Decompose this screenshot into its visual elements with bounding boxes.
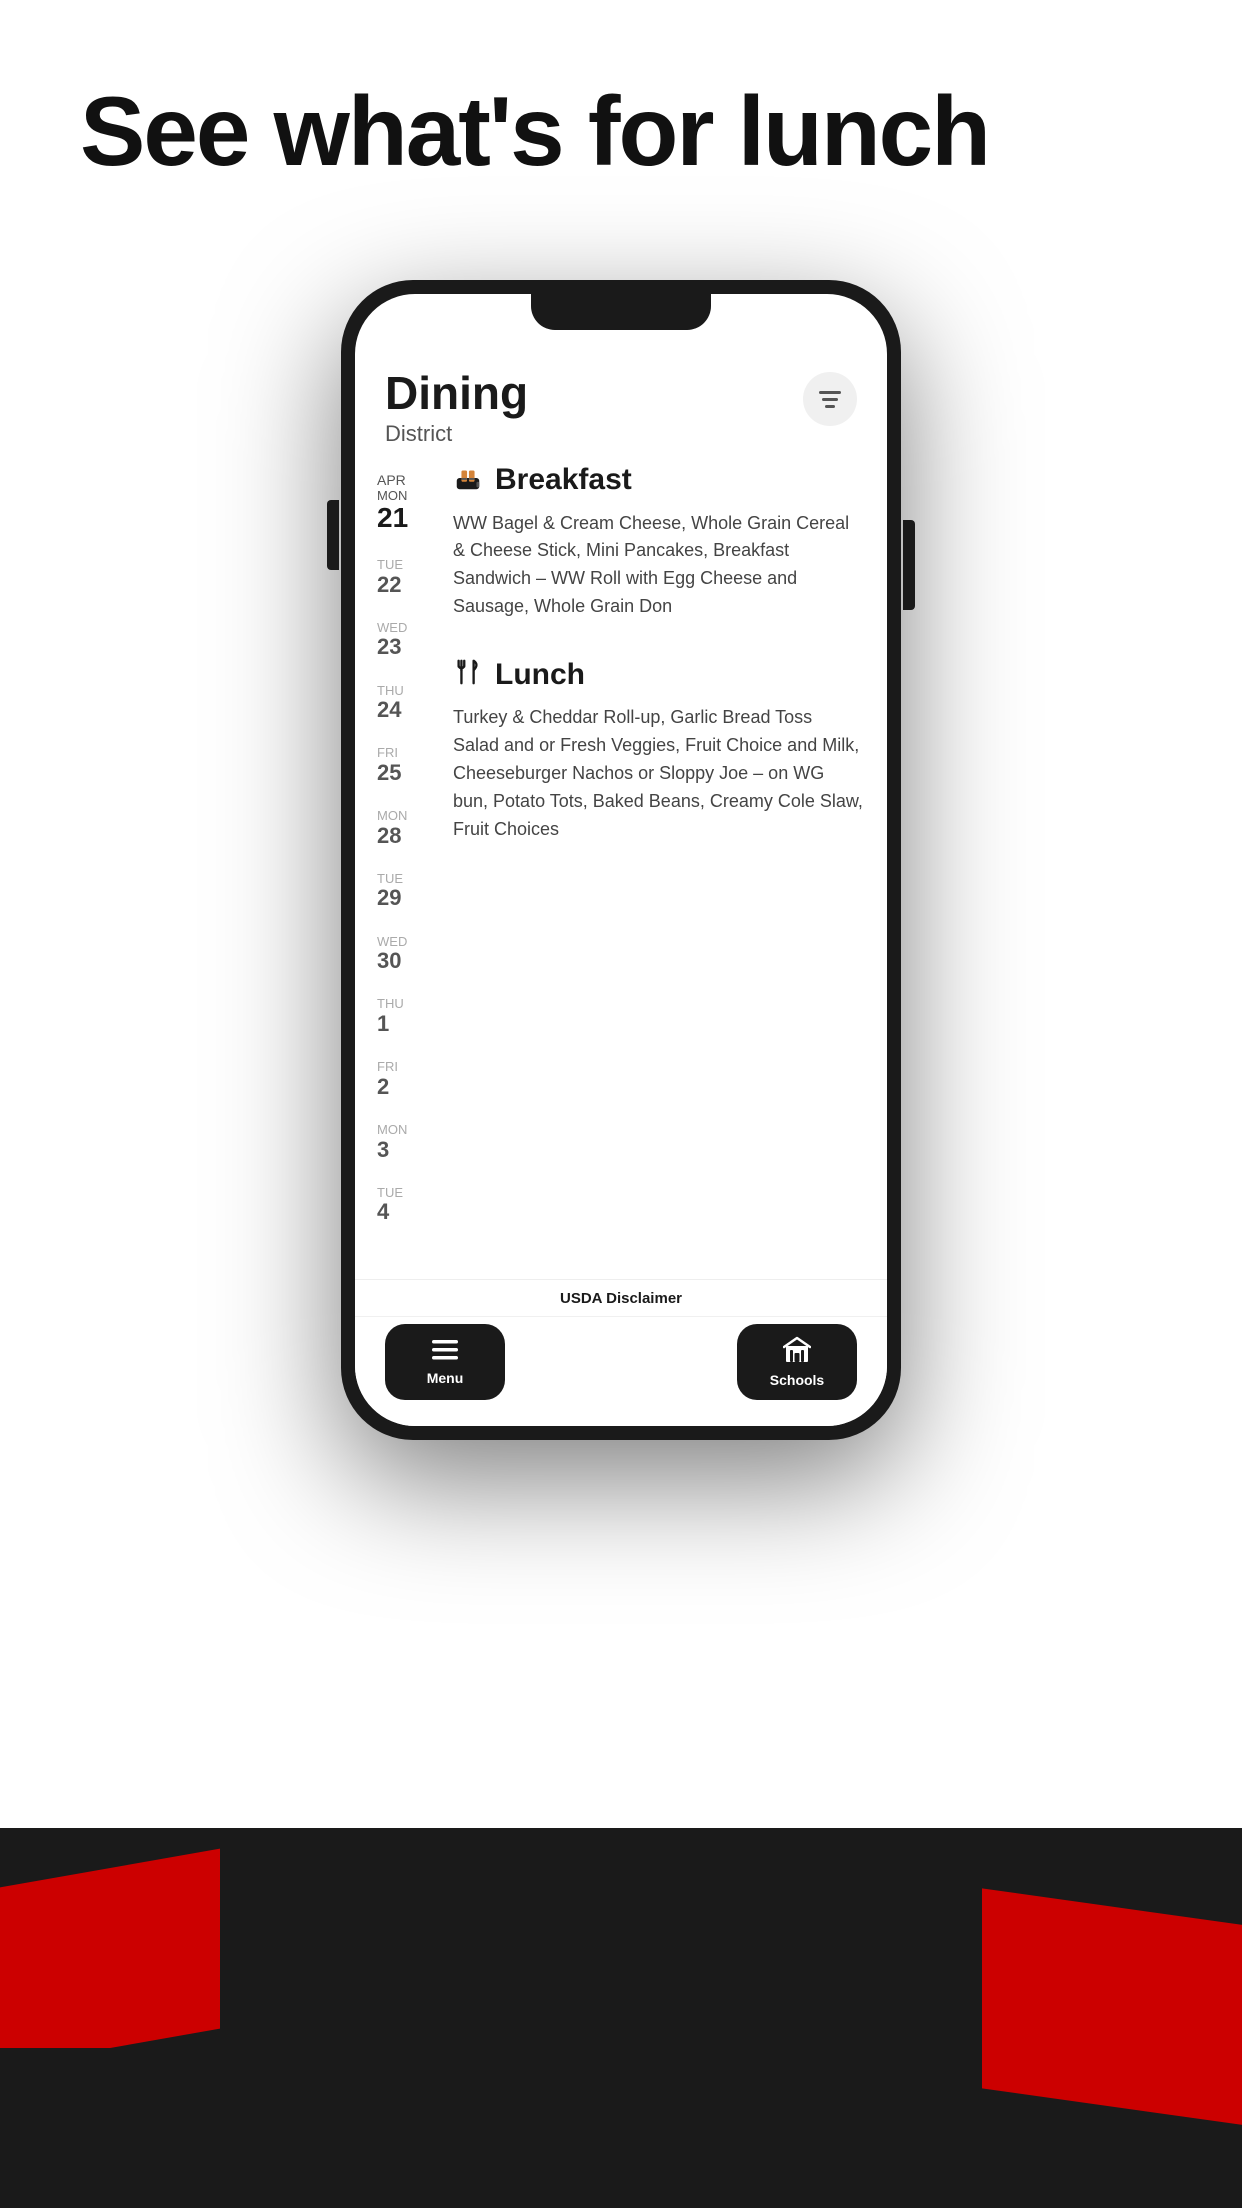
date-day-name: TUE <box>377 1185 403 1201</box>
date-item[interactable]: TUE 29 <box>369 860 443 921</box>
date-day-name: MON <box>377 1122 407 1138</box>
date-item[interactable]: TUE 4 <box>369 1174 443 1235</box>
date-day-name: WED <box>377 620 407 636</box>
lunch-header: Lunch <box>453 657 863 692</box>
breakfast-section: Breakfast WW Bagel & Cream Cheese, Whole… <box>453 463 863 622</box>
date-num: 21 <box>377 503 408 534</box>
district-subtitle: District <box>385 421 528 447</box>
app-content: Dining District <box>355 294 887 1426</box>
lunch-section: Lunch Turkey & Cheddar Roll-up, Garlic B… <box>453 657 863 843</box>
date-day-name: TUE <box>377 557 403 573</box>
date-sidebar[interactable]: Apr MON 21 TUE 22 WED 23 <box>355 463 443 1279</box>
menu-nav-label: Menu <box>427 1370 464 1386</box>
phone-notch <box>531 294 711 330</box>
date-item[interactable]: MON 3 <box>369 1111 443 1172</box>
date-item[interactable]: Apr MON 21 <box>369 463 443 544</box>
date-item[interactable]: TUE 22 <box>369 546 443 607</box>
schools-nav-button[interactable]: Schools <box>737 1324 857 1400</box>
date-item[interactable]: WED 23 <box>369 609 443 670</box>
date-num: 1 <box>377 1012 389 1036</box>
lunch-title: Lunch <box>495 658 585 692</box>
date-item[interactable]: WED 30 <box>369 923 443 984</box>
lunch-description: Turkey & Cheddar Roll-up, Garlic Bread T… <box>453 704 863 843</box>
breakfast-description: WW Bagel & Cream Cheese, Whole Grain Cer… <box>453 510 863 622</box>
app-header: Dining District <box>355 344 887 463</box>
date-day-name: WED <box>377 934 407 950</box>
date-num: 22 <box>377 573 401 597</box>
phone-mockup: Dining District <box>341 280 901 1440</box>
date-num: 2 <box>377 1075 389 1099</box>
date-item[interactable]: FRI 2 <box>369 1048 443 1109</box>
date-day-name: MON <box>377 488 407 504</box>
background-black-strip <box>0 2048 180 2208</box>
date-num: 4 <box>377 1200 389 1224</box>
bottom-nav: Menu <box>355 1316 887 1426</box>
date-item[interactable]: FRI 25 <box>369 734 443 795</box>
date-num: 23 <box>377 635 401 659</box>
header-text: Dining District <box>385 368 528 447</box>
fork-knife-icon <box>453 657 483 692</box>
filter-icon <box>819 391 841 408</box>
phone-outer: Dining District <box>341 280 901 1440</box>
meal-content: Breakfast WW Bagel & Cream Cheese, Whole… <box>443 463 887 1279</box>
schools-nav-label: Schools <box>770 1372 824 1388</box>
date-num: 30 <box>377 949 401 973</box>
usda-disclaimer: USDA Disclaimer <box>560 1290 682 1307</box>
date-num: 29 <box>377 886 401 910</box>
date-item[interactable]: THU 1 <box>369 985 443 1046</box>
filter-button[interactable] <box>803 372 857 426</box>
page-title: See what's for lunch <box>80 80 989 183</box>
date-num: 24 <box>377 698 401 722</box>
dining-title: Dining <box>385 368 528 419</box>
date-day-name: FRI <box>377 1059 398 1075</box>
phone-inner: Dining District <box>355 294 887 1426</box>
menu-nav-button[interactable]: Menu <box>385 1324 505 1400</box>
date-num: 25 <box>377 761 401 785</box>
date-day-name: TUE <box>377 871 403 887</box>
main-layout: Apr MON 21 TUE 22 WED 23 <box>355 463 887 1279</box>
background-red-right <box>982 1888 1242 2127</box>
date-day-name: THU <box>377 683 404 699</box>
date-num: 28 <box>377 824 401 848</box>
breakfast-title: Breakfast <box>495 463 632 497</box>
date-item[interactable]: MON 28 <box>369 797 443 858</box>
date-month: Apr <box>377 473 406 487</box>
date-day-name: THU <box>377 996 404 1012</box>
date-day-name: FRI <box>377 745 398 761</box>
date-day-name: MON <box>377 808 407 824</box>
date-num: 3 <box>377 1138 389 1162</box>
menu-icon <box>432 1338 458 1364</box>
schools-icon <box>783 1336 811 1366</box>
date-item[interactable]: THU 24 <box>369 672 443 733</box>
breakfast-header: Breakfast <box>453 463 863 498</box>
toast-icon <box>453 463 483 498</box>
